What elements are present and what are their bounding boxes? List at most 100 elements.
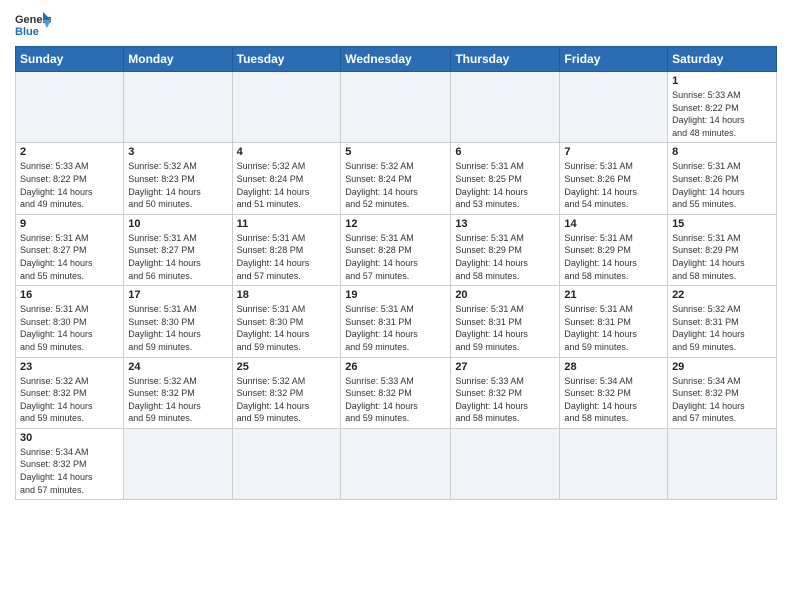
day-number: 27	[455, 361, 555, 373]
weekday-header-saturday: Saturday	[668, 47, 777, 72]
calendar-cell: 24 Sunrise: 5:32 AM Sunset: 8:32 PM Dayli…	[124, 357, 232, 428]
calendar-cell: 13Sunrise: 5:31 AM Sunset: 8:29 PM Dayli…	[451, 214, 560, 285]
day-number: 28	[564, 361, 663, 373]
day-info: Sunrise: 5:34 AM Sunset: 8:32 PM Dayligh…	[20, 446, 119, 496]
page-header: General Blue	[15, 10, 777, 38]
day-info: Sunrise: 5:32 AM Sunset: 8:31 PM Dayligh…	[672, 303, 772, 353]
day-info: Sunrise: 5:31 AM Sunset: 8:28 PM Dayligh…	[345, 232, 446, 282]
day-number: 5	[345, 146, 446, 158]
day-number: 22	[672, 289, 772, 301]
calendar-cell	[341, 428, 451, 499]
calendar-cell: 16 Sunrise: 5:31 AM Sunset: 8:30 PM Dayli…	[16, 286, 124, 357]
day-number: 29	[672, 361, 772, 373]
day-number: 23	[20, 361, 119, 373]
day-info: Sunrise: 5:31 AM Sunset: 8:31 PM Dayligh…	[345, 303, 446, 353]
calendar-week-6: 30 Sunrise: 5:34 AM Sunset: 8:32 PM Dayli…	[16, 428, 777, 499]
calendar-cell: 30 Sunrise: 5:34 AM Sunset: 8:32 PM Dayli…	[16, 428, 124, 499]
calendar-cell: 17 Sunrise: 5:31 AM Sunset: 8:30 PM Dayli…	[124, 286, 232, 357]
day-info: Sunrise: 5:32 AM Sunset: 8:24 PM Dayligh…	[237, 160, 337, 210]
calendar-cell	[124, 428, 232, 499]
day-number: 2	[20, 146, 119, 158]
calendar-cell	[232, 428, 341, 499]
day-info: Sunrise: 5:32 AM Sunset: 8:32 PM Dayligh…	[128, 375, 227, 425]
calendar-cell: 14Sunrise: 5:31 AM Sunset: 8:29 PM Dayli…	[560, 214, 668, 285]
calendar-cell	[668, 428, 777, 499]
weekday-header-friday: Friday	[560, 47, 668, 72]
day-info: Sunrise: 5:33 AM Sunset: 8:22 PM Dayligh…	[20, 160, 119, 210]
day-info: Sunrise: 5:31 AM Sunset: 8:26 PM Dayligh…	[564, 160, 663, 210]
day-number: 4	[237, 146, 337, 158]
day-number: 17	[128, 289, 227, 301]
calendar-cell: 1Sunrise: 5:33 AM Sunset: 8:22 PM Daylig…	[668, 72, 777, 143]
calendar-cell: 8Sunrise: 5:31 AM Sunset: 8:26 PM Daylig…	[668, 143, 777, 214]
day-info: Sunrise: 5:32 AM Sunset: 8:24 PM Dayligh…	[345, 160, 446, 210]
day-info: Sunrise: 5:32 AM Sunset: 8:23 PM Dayligh…	[128, 160, 227, 210]
calendar-cell	[124, 72, 232, 143]
day-info: Sunrise: 5:33 AM Sunset: 8:32 PM Dayligh…	[345, 375, 446, 425]
day-info: Sunrise: 5:31 AM Sunset: 8:28 PM Dayligh…	[237, 232, 337, 282]
day-info: Sunrise: 5:31 AM Sunset: 8:30 PM Dayligh…	[20, 303, 119, 353]
day-number: 14	[564, 218, 663, 230]
day-number: 26	[345, 361, 446, 373]
calendar-cell: 22 Sunrise: 5:32 AM Sunset: 8:31 PM Dayli…	[668, 286, 777, 357]
calendar-week-5: 23 Sunrise: 5:32 AM Sunset: 8:32 PM Dayli…	[16, 357, 777, 428]
calendar-week-3: 9 Sunrise: 5:31 AM Sunset: 8:27 PM Daylig…	[16, 214, 777, 285]
day-number: 12	[345, 218, 446, 230]
day-number: 11	[237, 218, 337, 230]
day-info: Sunrise: 5:33 AM Sunset: 8:32 PM Dayligh…	[455, 375, 555, 425]
calendar-cell: 28 Sunrise: 5:34 AM Sunset: 8:32 PM Dayli…	[560, 357, 668, 428]
calendar-cell: 3 Sunrise: 5:32 AM Sunset: 8:23 PM Daylig…	[124, 143, 232, 214]
day-number: 16	[20, 289, 119, 301]
day-info: Sunrise: 5:32 AM Sunset: 8:32 PM Dayligh…	[237, 375, 337, 425]
day-info: Sunrise: 5:34 AM Sunset: 8:32 PM Dayligh…	[672, 375, 772, 425]
day-number: 3	[128, 146, 227, 158]
calendar-cell: 20Sunrise: 5:31 AM Sunset: 8:31 PM Dayli…	[451, 286, 560, 357]
calendar-cell: 29 Sunrise: 5:34 AM Sunset: 8:32 PM Dayli…	[668, 357, 777, 428]
calendar-cell: 27 Sunrise: 5:33 AM Sunset: 8:32 PM Dayli…	[451, 357, 560, 428]
calendar-cell: 15Sunrise: 5:31 AM Sunset: 8:29 PM Dayli…	[668, 214, 777, 285]
day-info: Sunrise: 5:32 AM Sunset: 8:32 PM Dayligh…	[20, 375, 119, 425]
calendar-body: 1 Sunrise: 5:33 AM Sunset: 8:22 PM Daylig…	[16, 72, 777, 500]
calendar-cell: 5 Sunrise: 5:32 AM Sunset: 8:24 PM Daylig…	[341, 143, 451, 214]
calendar-cell: 10 Sunrise: 5:31 AM Sunset: 8:27 PM Dayli…	[124, 214, 232, 285]
weekday-header-tuesday: Tuesday	[232, 47, 341, 72]
day-info: Sunrise: 5:31 AM Sunset: 8:30 PM Dayligh…	[237, 303, 337, 353]
weekday-header-wednesday: Wednesday	[341, 47, 451, 72]
calendar-cell: 9Sunrise: 5:31 AM Sunset: 8:27 PM Daylig…	[16, 214, 124, 285]
weekday-header-thursday: Thursday	[451, 47, 560, 72]
day-number: 20	[455, 289, 555, 301]
calendar-cell	[560, 428, 668, 499]
day-number: 9	[20, 218, 119, 230]
calendar-cell	[560, 72, 668, 143]
day-number: 25	[237, 361, 337, 373]
weekday-header-monday: Monday	[124, 47, 232, 72]
day-number: 24	[128, 361, 227, 373]
calendar-cell: 18Sunrise: 5:31 AM Sunset: 8:30 PM Dayli…	[232, 286, 341, 357]
day-number: 8	[672, 146, 772, 158]
calendar-cell: 19 Sunrise: 5:31 AM Sunset: 8:31 PM Dayli…	[341, 286, 451, 357]
calendar-cell	[232, 72, 341, 143]
day-info: Sunrise: 5:31 AM Sunset: 8:27 PM Dayligh…	[128, 232, 227, 282]
day-info: Sunrise: 5:31 AM Sunset: 8:30 PM Dayligh…	[128, 303, 227, 353]
day-info: Sunrise: 5:31 AM Sunset: 8:25 PM Dayligh…	[455, 160, 555, 210]
calendar-cell: 6Sunrise: 5:31 AM Sunset: 8:25 PM Daylig…	[451, 143, 560, 214]
day-number: 7	[564, 146, 663, 158]
day-info: Sunrise: 5:31 AM Sunset: 8:31 PM Dayligh…	[564, 303, 663, 353]
calendar-week-4: 16 Sunrise: 5:31 AM Sunset: 8:30 PM Dayli…	[16, 286, 777, 357]
day-number: 10	[128, 218, 227, 230]
calendar-cell	[451, 428, 560, 499]
calendar-week-2: 2 Sunrise: 5:33 AM Sunset: 8:22 PM Daylig…	[16, 143, 777, 214]
svg-text:Blue: Blue	[15, 26, 39, 38]
calendar-cell	[341, 72, 451, 143]
day-number: 30	[20, 432, 119, 444]
day-number: 1	[672, 75, 772, 87]
calendar-cell: 23 Sunrise: 5:32 AM Sunset: 8:32 PM Dayli…	[16, 357, 124, 428]
calendar-cell	[16, 72, 124, 143]
day-info: Sunrise: 5:34 AM Sunset: 8:32 PM Dayligh…	[564, 375, 663, 425]
day-number: 19	[345, 289, 446, 301]
calendar-cell: 26 Sunrise: 5:33 AM Sunset: 8:32 PM Dayli…	[341, 357, 451, 428]
day-info: Sunrise: 5:31 AM Sunset: 8:29 PM Dayligh…	[455, 232, 555, 282]
logo: General Blue	[15, 10, 51, 38]
calendar-cell	[451, 72, 560, 143]
weekday-header-sunday: Sunday	[16, 47, 124, 72]
